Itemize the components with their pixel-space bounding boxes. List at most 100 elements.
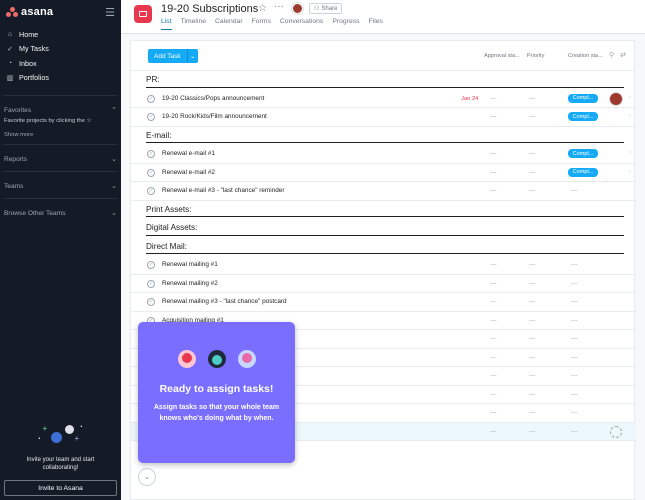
task-row[interactable]: ✓ Renewal mailing #2 --- --- ---	[131, 275, 636, 293]
tab-timeline[interactable]: Timeline	[181, 18, 206, 30]
status-badge[interactable]: Compl...	[568, 112, 598, 121]
tab-files[interactable]: Files	[369, 18, 383, 30]
priority-cell[interactable]: ---	[529, 391, 536, 398]
column-header-creation[interactable]: Creation sta...	[568, 53, 603, 59]
chevron-down-icon[interactable]: ⌄	[111, 155, 117, 163]
checkmark-icon[interactable]: ✓	[147, 261, 155, 269]
checkmark-icon[interactable]: ✓	[147, 150, 155, 158]
sidebar-item-home[interactable]: ⌂ Home	[0, 27, 121, 42]
approval-status-cell[interactable]: ---	[490, 95, 497, 102]
project-title[interactable]: 19-20 Subscriptions	[161, 3, 258, 15]
tab-conversations[interactable]: Conversations	[280, 18, 323, 30]
teams-header[interactable]: Teams ⌄	[0, 180, 121, 192]
share-button[interactable]: ⚇ Share	[309, 3, 343, 14]
priority-cell[interactable]: ---	[529, 261, 536, 268]
priority-cell[interactable]: ---	[529, 317, 536, 324]
show-more-link[interactable]: Show more	[0, 126, 121, 138]
priority-cell[interactable]: ---	[529, 409, 536, 416]
task-name[interactable]: Renewal e-mail #2	[162, 169, 215, 176]
priority-cell[interactable]: ---	[529, 150, 536, 157]
section-title[interactable]: PR:	[146, 75, 160, 84]
approval-status-cell[interactable]: ---	[490, 261, 497, 268]
section-header[interactable]: Direct Mail:	[131, 238, 636, 257]
section-title[interactable]: E-mail:	[146, 131, 171, 140]
task-name[interactable]: Renewal e-mail #3 - "last chance" remind…	[162, 187, 284, 194]
column-header-approval[interactable]: Approval sta...	[484, 53, 520, 59]
approval-status-cell[interactable]: ---	[490, 280, 497, 287]
section-header[interactable]: Print Assets:	[131, 201, 636, 220]
creation-status-cell[interactable]: ---	[571, 298, 578, 305]
add-task-button[interactable]: Add Task ⌄	[148, 49, 198, 63]
priority-cell[interactable]: ---	[529, 372, 536, 379]
approval-status-cell[interactable]: ---	[490, 150, 497, 157]
section-header[interactable]: PR:	[131, 71, 636, 90]
creation-status-cell[interactable]: ---	[571, 409, 578, 416]
priority-cell[interactable]: ---	[529, 187, 536, 194]
task-row[interactable]: ✓ Renewal mailing #1 --- --- ---	[131, 256, 636, 275]
approval-status-cell[interactable]: ---	[490, 113, 497, 120]
task-name[interactable]: Renewal mailing #2	[162, 280, 218, 287]
approval-status-cell[interactable]: ---	[490, 298, 497, 305]
approval-status-cell[interactable]: ---	[490, 391, 497, 398]
browse-teams-header[interactable]: Browse Other Teams ⌄	[0, 207, 121, 219]
priority-cell[interactable]: ---	[529, 280, 536, 287]
assign-tasks-popup[interactable]: Ready to assign tasks! Assign tasks so t…	[138, 322, 295, 463]
add-task-label[interactable]: Add Task	[148, 49, 187, 63]
priority-cell[interactable]: ---	[529, 113, 536, 120]
status-badge[interactable]: Compl...	[568, 149, 598, 158]
chevron-right-icon[interactable]: ›	[629, 168, 631, 175]
column-header-priority[interactable]: Priority	[527, 53, 544, 59]
chevron-right-icon[interactable]: ›	[629, 149, 631, 156]
chevron-down-icon[interactable]: ⌄	[111, 182, 117, 190]
priority-cell[interactable]: ---	[529, 95, 536, 102]
task-row[interactable]: ✓ Renewal mailing #3 - "last chance" post…	[131, 293, 636, 312]
status-badge[interactable]: Compl...	[568, 93, 598, 103]
priority-cell[interactable]: ---	[529, 335, 536, 342]
priority-cell[interactable]: ---	[529, 354, 536, 361]
sidebar-item-inbox[interactable]: ◔ Inbox	[0, 56, 121, 71]
task-row[interactable]: ✓ Renewal e-mail #3 - "last chance" remin…	[131, 182, 636, 201]
task-row[interactable]: ✓ 19-20 Classics/Pops announcement Jan 24 -…	[131, 90, 636, 108]
creation-status-cell[interactable]: ---	[571, 280, 578, 287]
priority-cell[interactable]: ---	[529, 428, 536, 435]
add-column-icon[interactable]: ⇄	[620, 51, 626, 59]
approval-status-cell[interactable]: ---	[490, 187, 497, 194]
creation-status-cell[interactable]: ---	[571, 391, 578, 398]
approval-status-cell[interactable]: ---	[490, 372, 497, 379]
reports-header[interactable]: Reports ⌄	[0, 153, 121, 165]
tab-list[interactable]: List	[161, 18, 172, 30]
collapse-sidebar-icon[interactable]: ☰	[105, 6, 115, 19]
creation-status-cell[interactable]: ---	[571, 372, 578, 379]
assignee-placeholder-icon[interactable]	[610, 425, 622, 438]
chevron-up-icon[interactable]: ⌃	[111, 106, 117, 114]
task-row[interactable]: ✓ 19-20 Rock/Kids/Film announcement --- ---…	[131, 108, 636, 127]
creation-status-cell[interactable]: ---	[571, 317, 578, 324]
task-name[interactable]: 19-20 Classics/Pops announcement	[162, 95, 264, 102]
avatar[interactable]	[292, 3, 303, 14]
sidebar-item-portfolios[interactable]: ▥ Portfolios	[0, 71, 121, 86]
section-title[interactable]: Direct Mail:	[146, 242, 187, 251]
chevron-down-icon[interactable]: ⌄	[111, 209, 117, 217]
person-icon[interactable]: ⚲	[609, 51, 614, 59]
checkmark-icon[interactable]: ✓	[147, 187, 155, 195]
favorites-header[interactable]: Favorites ⌃	[0, 104, 121, 116]
approval-status-cell[interactable]: ---	[490, 335, 497, 342]
priority-cell[interactable]: ---	[529, 169, 536, 176]
chevron-down-icon[interactable]: ⌄	[186, 49, 198, 63]
checkmark-icon[interactable]: ✓	[147, 279, 155, 288]
approval-status-cell[interactable]: ---	[490, 354, 497, 361]
tab-calendar[interactable]: Calendar	[215, 18, 243, 30]
chevron-right-icon[interactable]: ›	[629, 94, 631, 101]
section-title[interactable]: Print Assets:	[146, 205, 192, 214]
approval-status-cell[interactable]: ---	[490, 409, 497, 416]
project-icon[interactable]	[134, 5, 152, 23]
sidebar-item-my-tasks[interactable]: ✓ My Tasks	[0, 42, 121, 57]
asana-logo[interactable]: asana	[6, 6, 53, 18]
approval-status-cell[interactable]: ---	[490, 169, 497, 176]
approval-status-cell[interactable]: ---	[490, 428, 497, 435]
task-row[interactable]: ✓ Renewal e-mail #1 --- --- Compl... ›	[131, 145, 636, 164]
checkmark-icon[interactable]: ✓	[147, 298, 155, 306]
task-name[interactable]: Renewal e-mail #1	[162, 150, 215, 157]
checkmark-icon[interactable]: ✓	[147, 168, 155, 177]
section-header[interactable]: Digital Assets:	[131, 219, 636, 238]
